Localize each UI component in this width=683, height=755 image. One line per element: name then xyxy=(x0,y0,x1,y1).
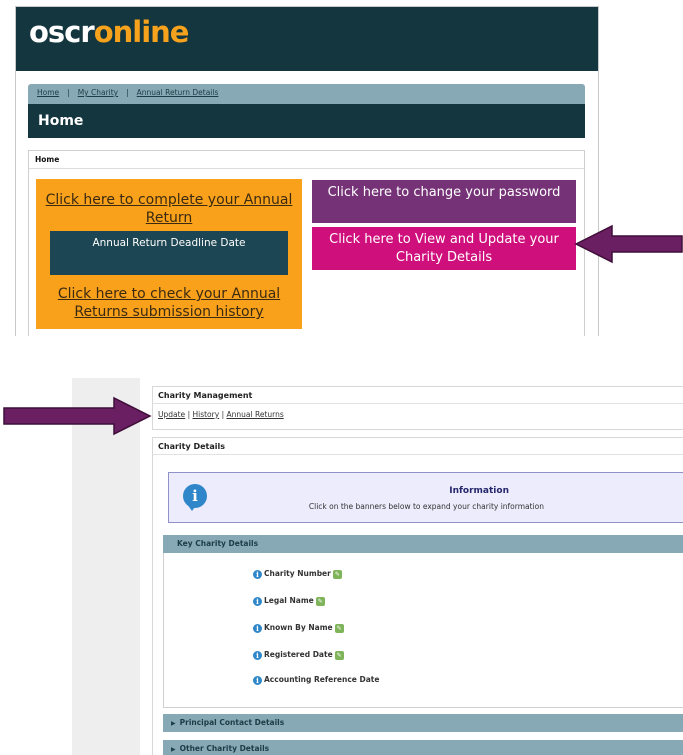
edit-icon[interactable]: ✎ xyxy=(334,623,344,633)
field-label: Accounting Reference Date xyxy=(264,675,380,684)
information-banner: i Information Click on the banners below… xyxy=(168,472,683,523)
complete-annual-return-link[interactable]: Click here to complete your Annual Retur… xyxy=(40,191,298,227)
key-charity-details-banner[interactable]: Key Charity Details xyxy=(163,535,683,553)
link-separator: | xyxy=(221,410,225,419)
history-link[interactable]: History xyxy=(192,410,219,419)
other-charity-details-banner[interactable]: ▶ Other Charity Details xyxy=(163,740,683,755)
change-password-button[interactable]: Click here to change your password xyxy=(312,180,576,223)
principal-contact-details-banner[interactable]: ▶ Principal Contact Details xyxy=(163,714,683,732)
update-link[interactable]: Update xyxy=(158,410,185,419)
charity-management-links: Update | History | Annual Returns xyxy=(153,404,683,425)
logo-power-o: o xyxy=(93,15,114,49)
edit-icon[interactable]: ✎ xyxy=(334,650,344,660)
breadcrumb-separator: | xyxy=(126,88,129,97)
expand-triangle-icon: ▶ xyxy=(171,720,176,727)
banner-label: Other Charity Details xyxy=(179,744,270,753)
field-accounting-reference-date: i Accounting Reference Date xyxy=(253,674,379,686)
breadcrumb-home-link[interactable]: Home xyxy=(37,88,59,97)
logo-text-nline: nline xyxy=(112,15,190,49)
charity-management-title: Charity Management xyxy=(153,387,683,404)
annual-return-history-link[interactable]: Click here to check your Annual Returns … xyxy=(40,285,298,321)
field-label: Legal Name xyxy=(264,596,314,605)
annual-return-deadline-box: Annual Return Deadline Date xyxy=(50,231,288,275)
field-label: Known By Name xyxy=(264,623,333,632)
banner-label: Principal Contact Details xyxy=(179,718,285,727)
field-legal-name: i Legal Name ✎ xyxy=(253,595,325,607)
top-screenshot-panel: oscronline Home | My Charity | Annual Return… xyxy=(15,6,599,336)
oscr-online-logo[interactable]: oscronline xyxy=(29,15,190,49)
view-update-charity-details-button[interactable]: Click here to View and Update your Chari… xyxy=(312,227,576,270)
info-icon[interactable]: i xyxy=(253,623,262,633)
expand-triangle-icon: ▶ xyxy=(171,746,176,753)
logo-text-oscr: oscr xyxy=(29,15,95,49)
edit-icon[interactable]: ✎ xyxy=(332,569,342,579)
information-title: Information xyxy=(449,486,509,496)
arrow-icon xyxy=(574,224,683,264)
link-separator: | xyxy=(187,410,191,419)
info-icon[interactable]: i xyxy=(253,569,262,579)
info-icon[interactable]: i xyxy=(253,650,262,660)
field-label: Charity Number xyxy=(264,569,331,578)
key-charity-details-body: i Charity Number ✎ i Legal Name ✎ i Known By … xyxy=(163,553,683,708)
charity-details-title: Charity Details xyxy=(153,438,683,455)
bottom-screenshot-panel: Charity Management Update | History | An… xyxy=(72,378,683,755)
site-header: oscronline xyxy=(16,7,598,71)
field-registered-date: i Registered Date ✎ xyxy=(253,649,344,661)
breadcrumb-annual-return-details-link[interactable]: Annual Return Details xyxy=(137,88,219,97)
edit-icon[interactable]: ✎ xyxy=(315,596,325,606)
page-title: Home xyxy=(28,104,585,138)
charity-management-box: Charity Management Update | History | An… xyxy=(152,386,683,430)
annual-return-panel: Click here to complete your Annual Retur… xyxy=(36,179,302,329)
field-known-by-name: i Known By Name ✎ xyxy=(253,622,344,634)
breadcrumb-separator: | xyxy=(67,88,70,97)
information-subtitle: Click on the banners below to expand you… xyxy=(308,502,544,511)
info-icon[interactable]: i xyxy=(253,596,262,606)
field-charity-number: i Charity Number ✎ xyxy=(253,568,342,580)
home-box-title: Home xyxy=(29,151,584,169)
info-icon[interactable]: i xyxy=(253,675,262,685)
arrow-icon xyxy=(3,396,152,436)
breadcrumb: Home | My Charity | Annual Return Details xyxy=(28,84,585,104)
field-label: Registered Date xyxy=(264,650,333,659)
breadcrumb-my-charity-link[interactable]: My Charity xyxy=(78,88,118,97)
annual-returns-link[interactable]: Annual Returns xyxy=(226,410,283,419)
